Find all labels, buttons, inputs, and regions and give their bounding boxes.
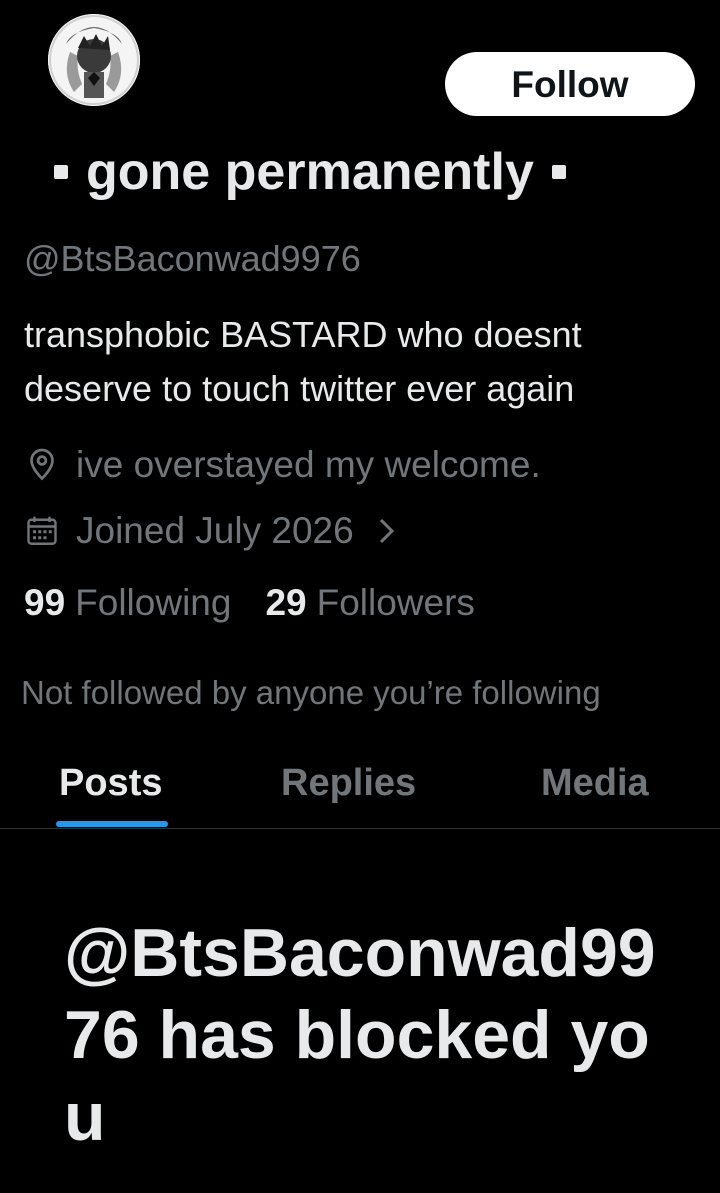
square-decoration-icon — [551, 165, 566, 179]
profile-bio: transphobic BASTARD who doesnt deserve t… — [24, 314, 582, 409]
followers-link[interactable]: 29 Followers — [265, 582, 474, 624]
not-followed-text: Not followed by anyone you’re following — [21, 674, 601, 711]
followers-label: Followers — [316, 582, 475, 623]
followers-count: 29 — [265, 582, 307, 623]
calendar-icon — [24, 513, 60, 549]
blocked-message: @BtsBaconwad9976 has blocked you — [64, 915, 656, 1155]
following-count: 99 — [24, 582, 66, 623]
chevron-right-icon — [376, 513, 398, 549]
avatar-image — [48, 14, 140, 106]
location-row: ive overstayed my welcome. — [24, 440, 541, 490]
following-link[interactable]: 99 Following — [24, 582, 231, 624]
tab-replies[interactable]: Replies — [281, 762, 416, 805]
display-name-text: gone permanently — [86, 143, 534, 201]
active-tab-indicator — [56, 821, 168, 827]
tab-media[interactable]: Media — [541, 762, 649, 805]
following-label: Following — [75, 582, 232, 623]
profile-handle: @BtsBaconwad9976 — [24, 238, 361, 279]
square-decoration-icon — [54, 165, 68, 179]
follow-button[interactable]: Follow — [445, 52, 695, 116]
tab-posts[interactable]: Posts — [59, 762, 162, 805]
joined-row[interactable]: Joined July 2026 — [24, 506, 398, 556]
avatar[interactable] — [48, 14, 140, 106]
location-text: ive overstayed my welcome. — [76, 444, 541, 485]
joined-text: Joined July 2026 — [76, 510, 354, 551]
follow-stats: 99 Following 29 Followers — [24, 582, 475, 624]
tabs-divider — [0, 828, 720, 829]
location-pin-icon — [24, 447, 60, 483]
display-name: gone permanently — [48, 142, 584, 202]
